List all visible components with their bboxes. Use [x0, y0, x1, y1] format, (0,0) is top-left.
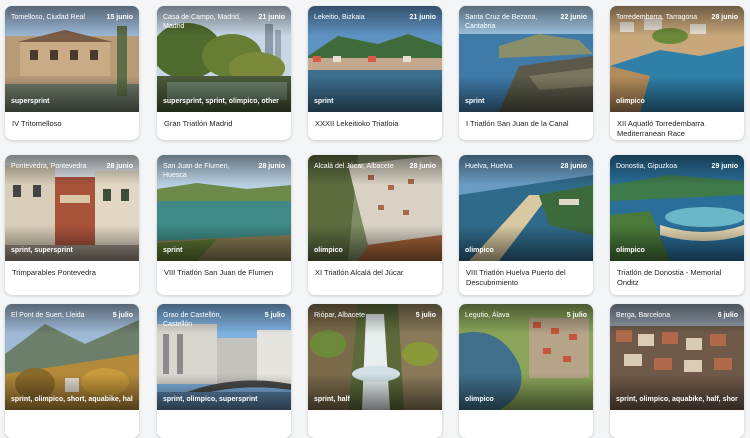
event-location: Santa Cruz de Bezana, Cantabria: [465, 14, 538, 30]
event-location: Pontevedra, Pontevedra: [11, 163, 87, 170]
event-location: Riópar, Albacete: [314, 312, 365, 319]
event-photo: San Juan de Flumen, Huesca 28 junio spri…: [157, 155, 291, 261]
event-date: 6 julio: [717, 312, 738, 319]
event-date: 28 junio: [711, 14, 738, 21]
event-distances: olimpico: [465, 396, 494, 403]
event-title[interactable]: [5, 410, 139, 438]
event-photo: El Pont de Suert, Lleida 5 julio sprint,…: [5, 304, 139, 410]
event-photo: Alcalá del Júcar, Albacete 28 junio olim…: [308, 155, 442, 261]
event-photo: Tomelloso, Ciudad Real 15 junio superspr…: [5, 6, 139, 112]
event-location: Grao de Castellón, Castellón: [163, 312, 222, 328]
event-distances: sprint: [465, 98, 485, 105]
event-card[interactable]: Alcalá del Júcar, Albacete 28 junio olim…: [308, 155, 442, 295]
event-distances: supersprint: [11, 98, 50, 105]
event-photo: Lekeitio, Bizkaia 21 junio sprint: [308, 6, 442, 112]
event-date: 21 junio: [258, 14, 285, 21]
event-distances: supersprint, sprint, olimpico, other: [163, 98, 279, 105]
event-card[interactable]: Santa Cruz de Bezana, Cantabria 22 junio…: [459, 6, 593, 140]
event-title[interactable]: [157, 410, 291, 438]
event-distances: sprint, olimpico, short, aquabike, half: [11, 396, 133, 403]
event-location: Huelva, Huelva: [465, 163, 513, 170]
event-date: 28 junio: [409, 163, 436, 170]
event-date: 29 junio: [711, 163, 738, 170]
event-card[interactable]: Berga, Barcelona 6 julio sprint, olimpic…: [610, 304, 744, 438]
event-title[interactable]: Trimparables Pontevedra: [5, 261, 139, 295]
event-photo: Legutio, Álava 5 julio olimpico: [459, 304, 593, 410]
event-photo: Donostia, Gipuzkoa 29 junio olimpico: [610, 155, 744, 261]
event-photo: Pontevedra, Pontevedra 28 junio sprint, …: [5, 155, 139, 261]
event-location: Alcalá del Júcar, Albacete: [314, 163, 394, 170]
event-distances: olimpico: [616, 247, 645, 254]
event-card[interactable]: Legutio, Álava 5 julio olimpico: [459, 304, 593, 438]
event-title[interactable]: IV Tritomelloso: [5, 112, 139, 140]
event-location: San Juan de Flumen, Huesca: [163, 163, 230, 179]
event-location: Donostia, Gipuzkoa: [616, 163, 678, 170]
event-location: Lekeitio, Bizkaia: [314, 14, 365, 21]
event-title[interactable]: Gran Triatlón Madrid: [157, 112, 291, 140]
event-date: 15 junio: [106, 14, 133, 21]
events-grid: Tomelloso, Ciudad Real 15 junio superspr…: [0, 0, 750, 438]
event-location: Tomelloso, Ciudad Real: [11, 14, 85, 21]
event-location: El Pont de Suert, Lleida: [11, 312, 85, 319]
event-title[interactable]: Triatlón de Donostia - Memorial Onditz: [610, 261, 744, 295]
event-title[interactable]: [610, 410, 744, 438]
event-date: 28 junio: [560, 163, 587, 170]
event-distances: sprint, supersprint: [11, 247, 73, 254]
event-photo: Huelva, Huelva 28 junio olimpico: [459, 155, 593, 261]
event-card[interactable]: Grao de Castellón, Castellón 5 julio spr…: [157, 304, 291, 438]
event-card[interactable]: El Pont de Suert, Lleida 5 julio sprint,…: [5, 304, 139, 438]
event-photo: Berga, Barcelona 6 julio sprint, olimpic…: [610, 304, 744, 410]
event-distances: sprint, olimpico, aquabike, half, short: [616, 396, 738, 403]
event-card[interactable]: Riópar, Albacete 5 julio sprint, half: [308, 304, 442, 438]
event-date: 28 junio: [106, 163, 133, 170]
event-photo: Torredembarra, Tarragona 28 junio olimpi…: [610, 6, 744, 112]
event-card[interactable]: Pontevedra, Pontevedra 28 junio sprint, …: [5, 155, 139, 295]
event-distances: sprint, olimpico, supersprint: [163, 396, 258, 403]
event-card[interactable]: Lekeitio, Bizkaia 21 junio sprint XXXII …: [308, 6, 442, 140]
event-distances: sprint, half: [314, 396, 350, 403]
event-location: Torredembarra, Tarragona: [616, 14, 698, 21]
event-card[interactable]: Casa de Campo, Madrid, Madrid 21 junio s…: [157, 6, 291, 140]
event-location: Casa de Campo, Madrid, Madrid: [163, 14, 241, 30]
event-distances: olimpico: [465, 247, 494, 254]
event-location: Berga, Barcelona: [616, 312, 671, 319]
event-date: 5 julio: [415, 312, 436, 319]
event-title[interactable]: VIII Triatlón Huelva Puerto del Descubri…: [459, 261, 593, 295]
event-date: 5 julio: [264, 312, 285, 319]
event-photo: Grao de Castellón, Castellón 5 julio spr…: [157, 304, 291, 410]
event-card[interactable]: San Juan de Flumen, Huesca 28 junio spri…: [157, 155, 291, 295]
event-title[interactable]: XI Triatlón Alcalá del Júcar: [308, 261, 442, 295]
event-card[interactable]: Huelva, Huelva 28 junio olimpico VIII Tr…: [459, 155, 593, 295]
event-location: Legutio, Álava: [465, 312, 510, 319]
event-date: 28 junio: [258, 163, 285, 170]
event-date: 22 junio: [560, 14, 587, 21]
event-date: 5 julio: [566, 312, 587, 319]
event-card[interactable]: Torredembarra, Tarragona 28 junio olimpi…: [610, 6, 744, 140]
event-photo: Riópar, Albacete 5 julio sprint, half: [308, 304, 442, 410]
event-date: 21 junio: [409, 14, 436, 21]
event-title[interactable]: I Triatlón San Juan de la Canal: [459, 112, 593, 140]
event-title[interactable]: [308, 410, 442, 438]
event-photo: Santa Cruz de Bezana, Cantabria 22 junio…: [459, 6, 593, 112]
event-title[interactable]: [459, 410, 593, 438]
event-photo: Casa de Campo, Madrid, Madrid 21 junio s…: [157, 6, 291, 112]
event-title[interactable]: XII Aquatló Torredembarra Mediterranean …: [610, 112, 744, 140]
event-distances: olimpico: [616, 98, 645, 105]
event-card[interactable]: Donostia, Gipuzkoa 29 junio olimpico Tri…: [610, 155, 744, 295]
event-distances: sprint: [314, 98, 334, 105]
event-distances: olimpico: [314, 247, 343, 254]
event-distances: sprint: [163, 247, 183, 254]
event-title[interactable]: XXXII Lekeitioko Triatloia: [308, 112, 442, 140]
event-title[interactable]: VIII Triatlón San Juan de Flumen: [157, 261, 291, 295]
event-card[interactable]: Tomelloso, Ciudad Real 15 junio superspr…: [5, 6, 139, 140]
event-date: 5 julio: [112, 312, 133, 319]
